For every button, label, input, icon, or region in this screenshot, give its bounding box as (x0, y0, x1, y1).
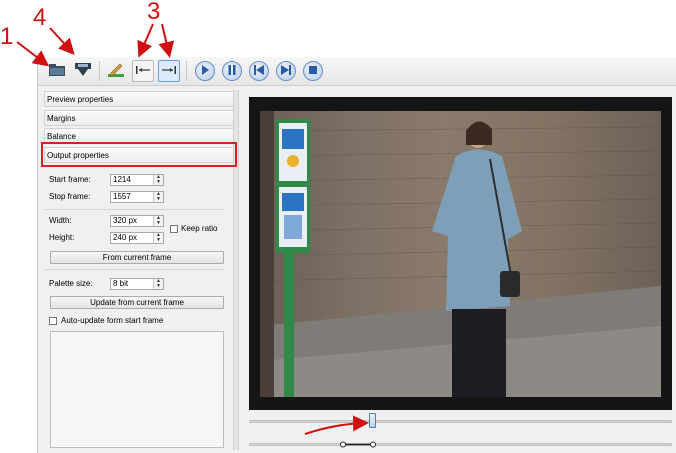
set-end-icon (161, 64, 177, 78)
palette-size-spinbox[interactable]: 8 bit ▲ ▼ (110, 278, 164, 290)
stop-button[interactable] (303, 61, 323, 81)
stop-frame-label: Stop frame: (49, 192, 91, 201)
from-current-frame-button[interactable]: From current frame (50, 251, 224, 264)
range-slider-handle[interactable] (340, 440, 376, 449)
section-label: Margins (47, 114, 76, 123)
toolbar-separator (99, 61, 100, 81)
set-start-frame-button[interactable] (132, 60, 154, 82)
previous-frame-button[interactable] (249, 61, 269, 81)
arrow-4 (49, 27, 75, 55)
stop-icon (309, 66, 317, 76)
palette-size-label: Palette size: (49, 279, 93, 288)
previous-frame-icon (254, 65, 264, 77)
height-value: 240 px (113, 233, 138, 242)
width-label: Width: (49, 216, 72, 225)
keep-ratio-label: Keep ratio (181, 224, 218, 233)
open-file-button[interactable] (46, 60, 68, 82)
auto-update-label: Auto-update form start frame (61, 316, 164, 325)
start-frame-spinbox[interactable]: 1214 ▲ ▼ (110, 174, 164, 186)
stop-frame-value: 1557 (113, 192, 131, 201)
section-label: Preview properties (47, 95, 114, 104)
range-slider-track[interactable] (249, 443, 672, 446)
spin-arrows-icon[interactable]: ▲ ▼ (153, 175, 163, 185)
open-file-icon (48, 63, 66, 79)
arrow-3a (137, 23, 154, 58)
auto-update-checkbox[interactable] (49, 317, 57, 325)
divider (44, 269, 225, 270)
output-properties-highlight (41, 142, 237, 167)
callout-1: 1 (0, 23, 14, 50)
edit-pencil-icon (107, 62, 125, 80)
video-frame (260, 111, 661, 397)
spin-arrows-icon[interactable]: ▲ ▼ (153, 279, 163, 289)
spin-arrows-icon[interactable]: ▲ ▼ (153, 216, 163, 226)
preview-box (50, 331, 224, 448)
callout-3: 3 (147, 0, 161, 25)
spin-arrows-icon[interactable]: ▲ ▼ (153, 233, 163, 243)
palette-size-value: 8 bit (113, 279, 129, 288)
section-margins[interactable]: Margins (44, 110, 237, 126)
height-spinbox[interactable]: 240 px ▲ ▼ (110, 232, 164, 244)
frame-slider-handle[interactable] (369, 413, 376, 428)
width-value: 320 px (113, 216, 138, 225)
pause-icon (228, 65, 236, 77)
height-label: Height: (49, 233, 75, 242)
start-frame-label: Start frame: (49, 175, 91, 184)
section-label: Balance (47, 132, 76, 141)
save-button[interactable] (72, 60, 94, 82)
video-scene (260, 111, 661, 397)
keep-ratio-checkbox[interactable] (170, 225, 178, 233)
pause-button[interactable] (222, 61, 242, 81)
divider (44, 209, 225, 210)
save-icon (74, 62, 92, 80)
spin-arrows-icon[interactable]: ▲ ▼ (153, 192, 163, 202)
section-preview-properties[interactable]: Preview properties (44, 91, 237, 107)
play-icon (201, 65, 209, 77)
arrow-3b (158, 23, 175, 58)
toolbar-separator (186, 61, 187, 81)
stop-frame-spinbox[interactable]: 1557 ▲ ▼ (110, 191, 164, 203)
set-start-icon (135, 64, 151, 78)
play-button[interactable] (195, 61, 215, 81)
update-from-current-frame-button[interactable]: Update from current frame (50, 296, 224, 309)
next-frame-icon (281, 65, 291, 77)
frame-slider-track[interactable] (249, 420, 672, 423)
set-end-frame-button[interactable] (158, 60, 180, 82)
app-window: Preview properties Margins Balance Outpu… (37, 57, 676, 453)
next-frame-button[interactable] (276, 61, 296, 81)
edit-button[interactable] (105, 60, 127, 82)
callout-4: 4 (33, 4, 47, 31)
width-spinbox[interactable]: 320 px ▲ ▼ (110, 215, 164, 227)
toolbar (38, 57, 676, 86)
start-frame-value: 1214 (113, 175, 131, 184)
